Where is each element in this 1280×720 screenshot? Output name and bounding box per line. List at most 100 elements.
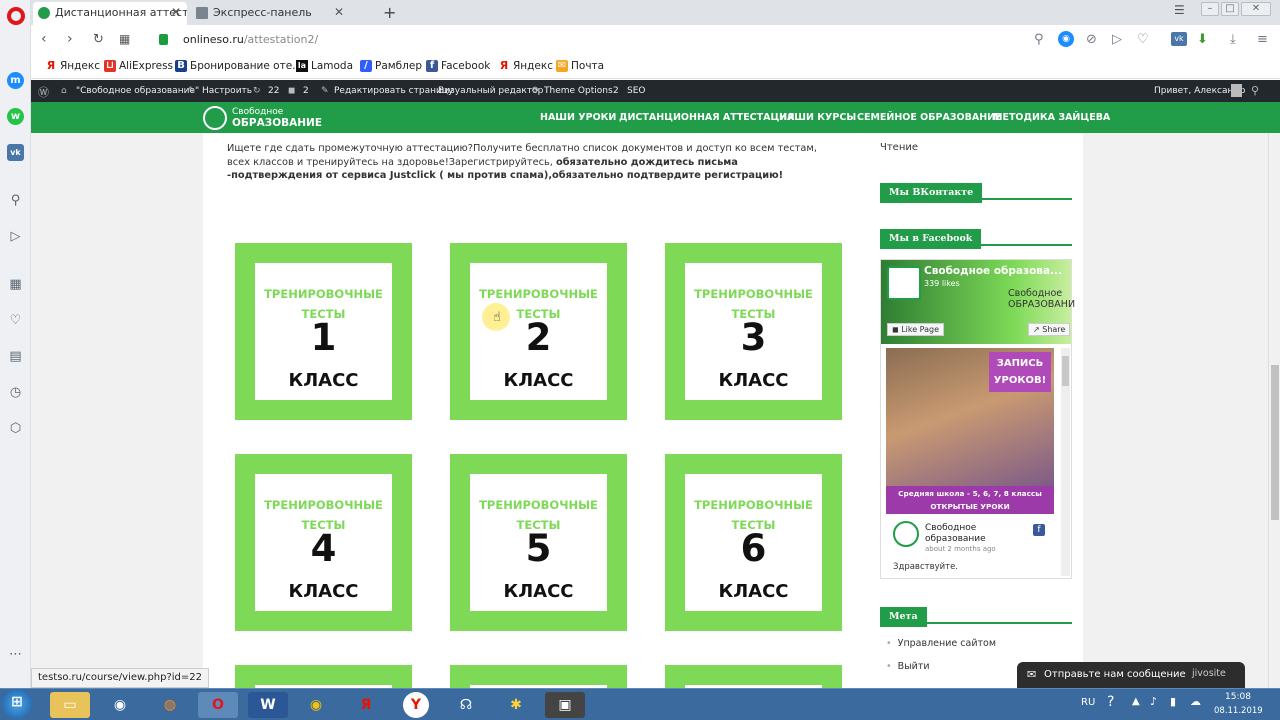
clock-date[interactable]: 08.11.2019	[1214, 706, 1263, 716]
menu-item-courses[interactable]: НАШИ КУРСЫ	[779, 112, 856, 123]
clock-time[interactable]: 15:08	[1225, 692, 1251, 702]
back-icon[interactable]: ‹	[41, 31, 47, 47]
close-icon[interactable]: ✕	[334, 2, 343, 23]
tab-attestation[interactable]: Дистанционная аттестаци ✕	[33, 2, 187, 25]
firefox-icon[interactable]: ◍	[150, 692, 190, 718]
bookmark-booking[interactable]: B Бронирование оте...	[175, 60, 302, 72]
card-class-1[interactable]: ТРЕНИРОВОЧНЫЕ ТЕСТЫ 1 КЛАСС	[235, 243, 412, 420]
extensions-icon[interactable]: ⬡	[6, 420, 25, 438]
messenger-icon[interactable]: m	[7, 72, 24, 89]
card-class-3[interactable]: ТРЕНИРОВОЧНЫЕ ТЕСТЫ 3 КЛАСС	[665, 243, 842, 420]
page-scrollbar-thumb[interactable]	[1271, 365, 1279, 520]
recorder-icon[interactable]: ▣	[545, 692, 585, 718]
messenger-app-icon[interactable]: ◉	[100, 692, 140, 718]
menu-item-family[interactable]: СЕМЕЙНОЕ ОБРАЗОВАНИЕ	[857, 112, 1002, 123]
app-icon[interactable]: ✱	[496, 692, 536, 718]
fb-post-avatar[interactable]	[893, 521, 919, 547]
maximize-button[interactable]: □	[1221, 2, 1239, 16]
bookmark-aliexpress[interactable]: ⊔ AliExpress	[104, 60, 173, 72]
tray-arrow-icon[interactable]: ▲	[1132, 696, 1140, 707]
logo-text-bottom[interactable]: ОБРАЗОВАНИЕ	[232, 117, 322, 129]
facebook-icon[interactable]: f	[1033, 524, 1045, 536]
meta-link-logout[interactable]: • Выйти	[886, 661, 930, 672]
vk-icon[interactable]: vk	[7, 144, 24, 161]
meta-link-manage[interactable]: • Управление сайтом	[886, 638, 996, 649]
grid-icon[interactable]: ▦	[119, 32, 130, 46]
wp-visual-editor-link[interactable]: Визуальный редактор	[438, 86, 543, 96]
bookmark-facebook[interactable]: f Facebook	[426, 60, 490, 72]
wp-updates-count[interactable]: 22	[268, 86, 279, 96]
whatsapp-icon[interactable]: w	[7, 108, 24, 125]
page-scrollbar[interactable]	[1268, 133, 1280, 688]
url-field[interactable]: onlineso.ru/attestation2/	[183, 33, 318, 46]
card-class-partial[interactable]	[235, 665, 412, 688]
more-icon[interactable]: ⋯	[6, 646, 25, 664]
search-icon[interactable]: ⚲	[1034, 32, 1044, 47]
volume-icon[interactable]: ♪	[1150, 695, 1157, 708]
vk-extension-icon[interactable]: vk	[1171, 32, 1187, 46]
card-class-6[interactable]: ТРЕНИРОВОЧНЫЕ ТЕСТЫ 6 КЛАСС	[665, 454, 842, 631]
fb-page-name[interactable]: Свободное образова...	[924, 265, 1062, 277]
speed-dial-icon[interactable]: ▦	[6, 276, 25, 294]
fb-page-avatar[interactable]	[887, 266, 921, 300]
word-icon[interactable]: W	[248, 692, 288, 718]
news-icon[interactable]: ▤	[6, 348, 25, 366]
opera-icon[interactable]: O	[198, 692, 238, 718]
wp-theme-options-link[interactable]: Theme Options	[544, 86, 613, 96]
start-button[interactable]: ⊞	[2, 689, 32, 719]
window-close-button[interactable]: ✕	[1241, 2, 1271, 16]
card-class-4[interactable]: ТРЕНИРОВОЧНЫЕ ТЕСТЫ 4 КЛАСС	[235, 454, 412, 631]
card-class-5[interactable]: ТРЕНИРОВОЧНЫЕ ТЕСТЫ 5 КЛАСС	[450, 454, 627, 631]
new-tab-button[interactable]: +	[383, 3, 396, 22]
wp-edit-page-link[interactable]: Редактировать страницу	[334, 86, 453, 96]
play-icon[interactable]: ▷	[1112, 32, 1122, 47]
heart-icon[interactable]: ♡	[1137, 32, 1149, 47]
download-ext-icon[interactable]: ⬇	[1197, 32, 1208, 47]
fb-share-button[interactable]: ↗ Share	[1028, 323, 1071, 336]
wp-comments-count[interactable]: 2	[303, 86, 309, 96]
menu-item-lessons[interactable]: НАШИ УРОКИ	[540, 112, 616, 123]
yandex-browser-icon[interactable]: Y	[403, 692, 429, 718]
network-icon[interactable]: ▮	[1170, 695, 1176, 708]
send-icon[interactable]: ▷	[6, 228, 25, 246]
card-class-2[interactable]: ТРЕНИРОВОЧНЫЕ ТЕСТЫ 2 КЛАСС	[450, 243, 627, 420]
fb-post-author[interactable]: Свободное образование	[925, 523, 986, 545]
yandex-icon[interactable]: Я	[346, 692, 386, 718]
bookmark-mail[interactable]: ✉ Почта	[556, 60, 604, 72]
menu-item-zaitsev[interactable]: МЕТОДИКА ЗАЙЦЕВА	[993, 112, 1110, 123]
history-icon[interactable]: ◷	[6, 384, 25, 402]
card-class-partial[interactable]	[665, 665, 842, 688]
menu-lines-icon[interactable]: ☰	[1174, 3, 1185, 17]
bookmark-yandex[interactable]: Я Яндекс	[45, 60, 100, 73]
tab-express-panel[interactable]: Экспресс-панель ✕	[191, 2, 343, 25]
jivosite-chat-button[interactable]: ✉ Отправьте нам сообщение jivosite	[1017, 662, 1245, 688]
adblock-icon[interactable]: ⊘	[1086, 32, 1097, 47]
logo-text-top[interactable]: Свободное	[232, 107, 283, 117]
close-icon[interactable]: ✕	[171, 2, 181, 23]
card-class-partial[interactable]	[450, 665, 627, 688]
language-indicator[interactable]: RU	[1081, 697, 1095, 708]
menu-icon[interactable]: ≡	[1257, 32, 1268, 47]
headset-icon[interactable]: ☊	[446, 692, 486, 718]
fb-scrollbar[interactable]	[1061, 348, 1070, 576]
chrome-icon[interactable]: ◉	[296, 692, 336, 718]
sidebar-reading-link[interactable]: Чтение	[880, 142, 918, 153]
wordpress-icon[interactable]: Ⓦ	[38, 84, 49, 100]
fb-post-image[interactable]: ЗАПИСЬ УРОКОВ! Средняя школа - 5, 6, 7, 8…	[886, 348, 1054, 514]
downloads-icon[interactable]: ⤓	[1230, 32, 1236, 47]
camera-icon[interactable]: ◉	[1058, 31, 1074, 47]
site-logo-icon[interactable]	[203, 106, 227, 130]
fb-cover[interactable]: Свободное образова... 339 likes Свободно…	[881, 260, 1075, 344]
opera-logo-icon[interactable]	[7, 7, 25, 25]
bookmark-lamoda[interactable]: la Lamoda	[296, 60, 353, 72]
fb-like-page-button[interactable]: ◼ Like Page	[887, 323, 945, 336]
wp-customize-link[interactable]: Настроить	[202, 86, 252, 96]
bookmark-yandex-2[interactable]: Я Яндекс	[498, 60, 553, 73]
help-icon[interactable]: ?	[1107, 694, 1114, 710]
explorer-icon[interactable]: ▭	[50, 692, 90, 718]
bookmark-rambler[interactable]: / Рамблер	[360, 60, 422, 72]
minimize-button[interactable]: –	[1201, 2, 1219, 16]
cloud-icon[interactable]: ☁	[1190, 695, 1201, 708]
heart-icon[interactable]: ♡	[6, 312, 25, 330]
reload-icon[interactable]: ↻	[93, 32, 104, 47]
